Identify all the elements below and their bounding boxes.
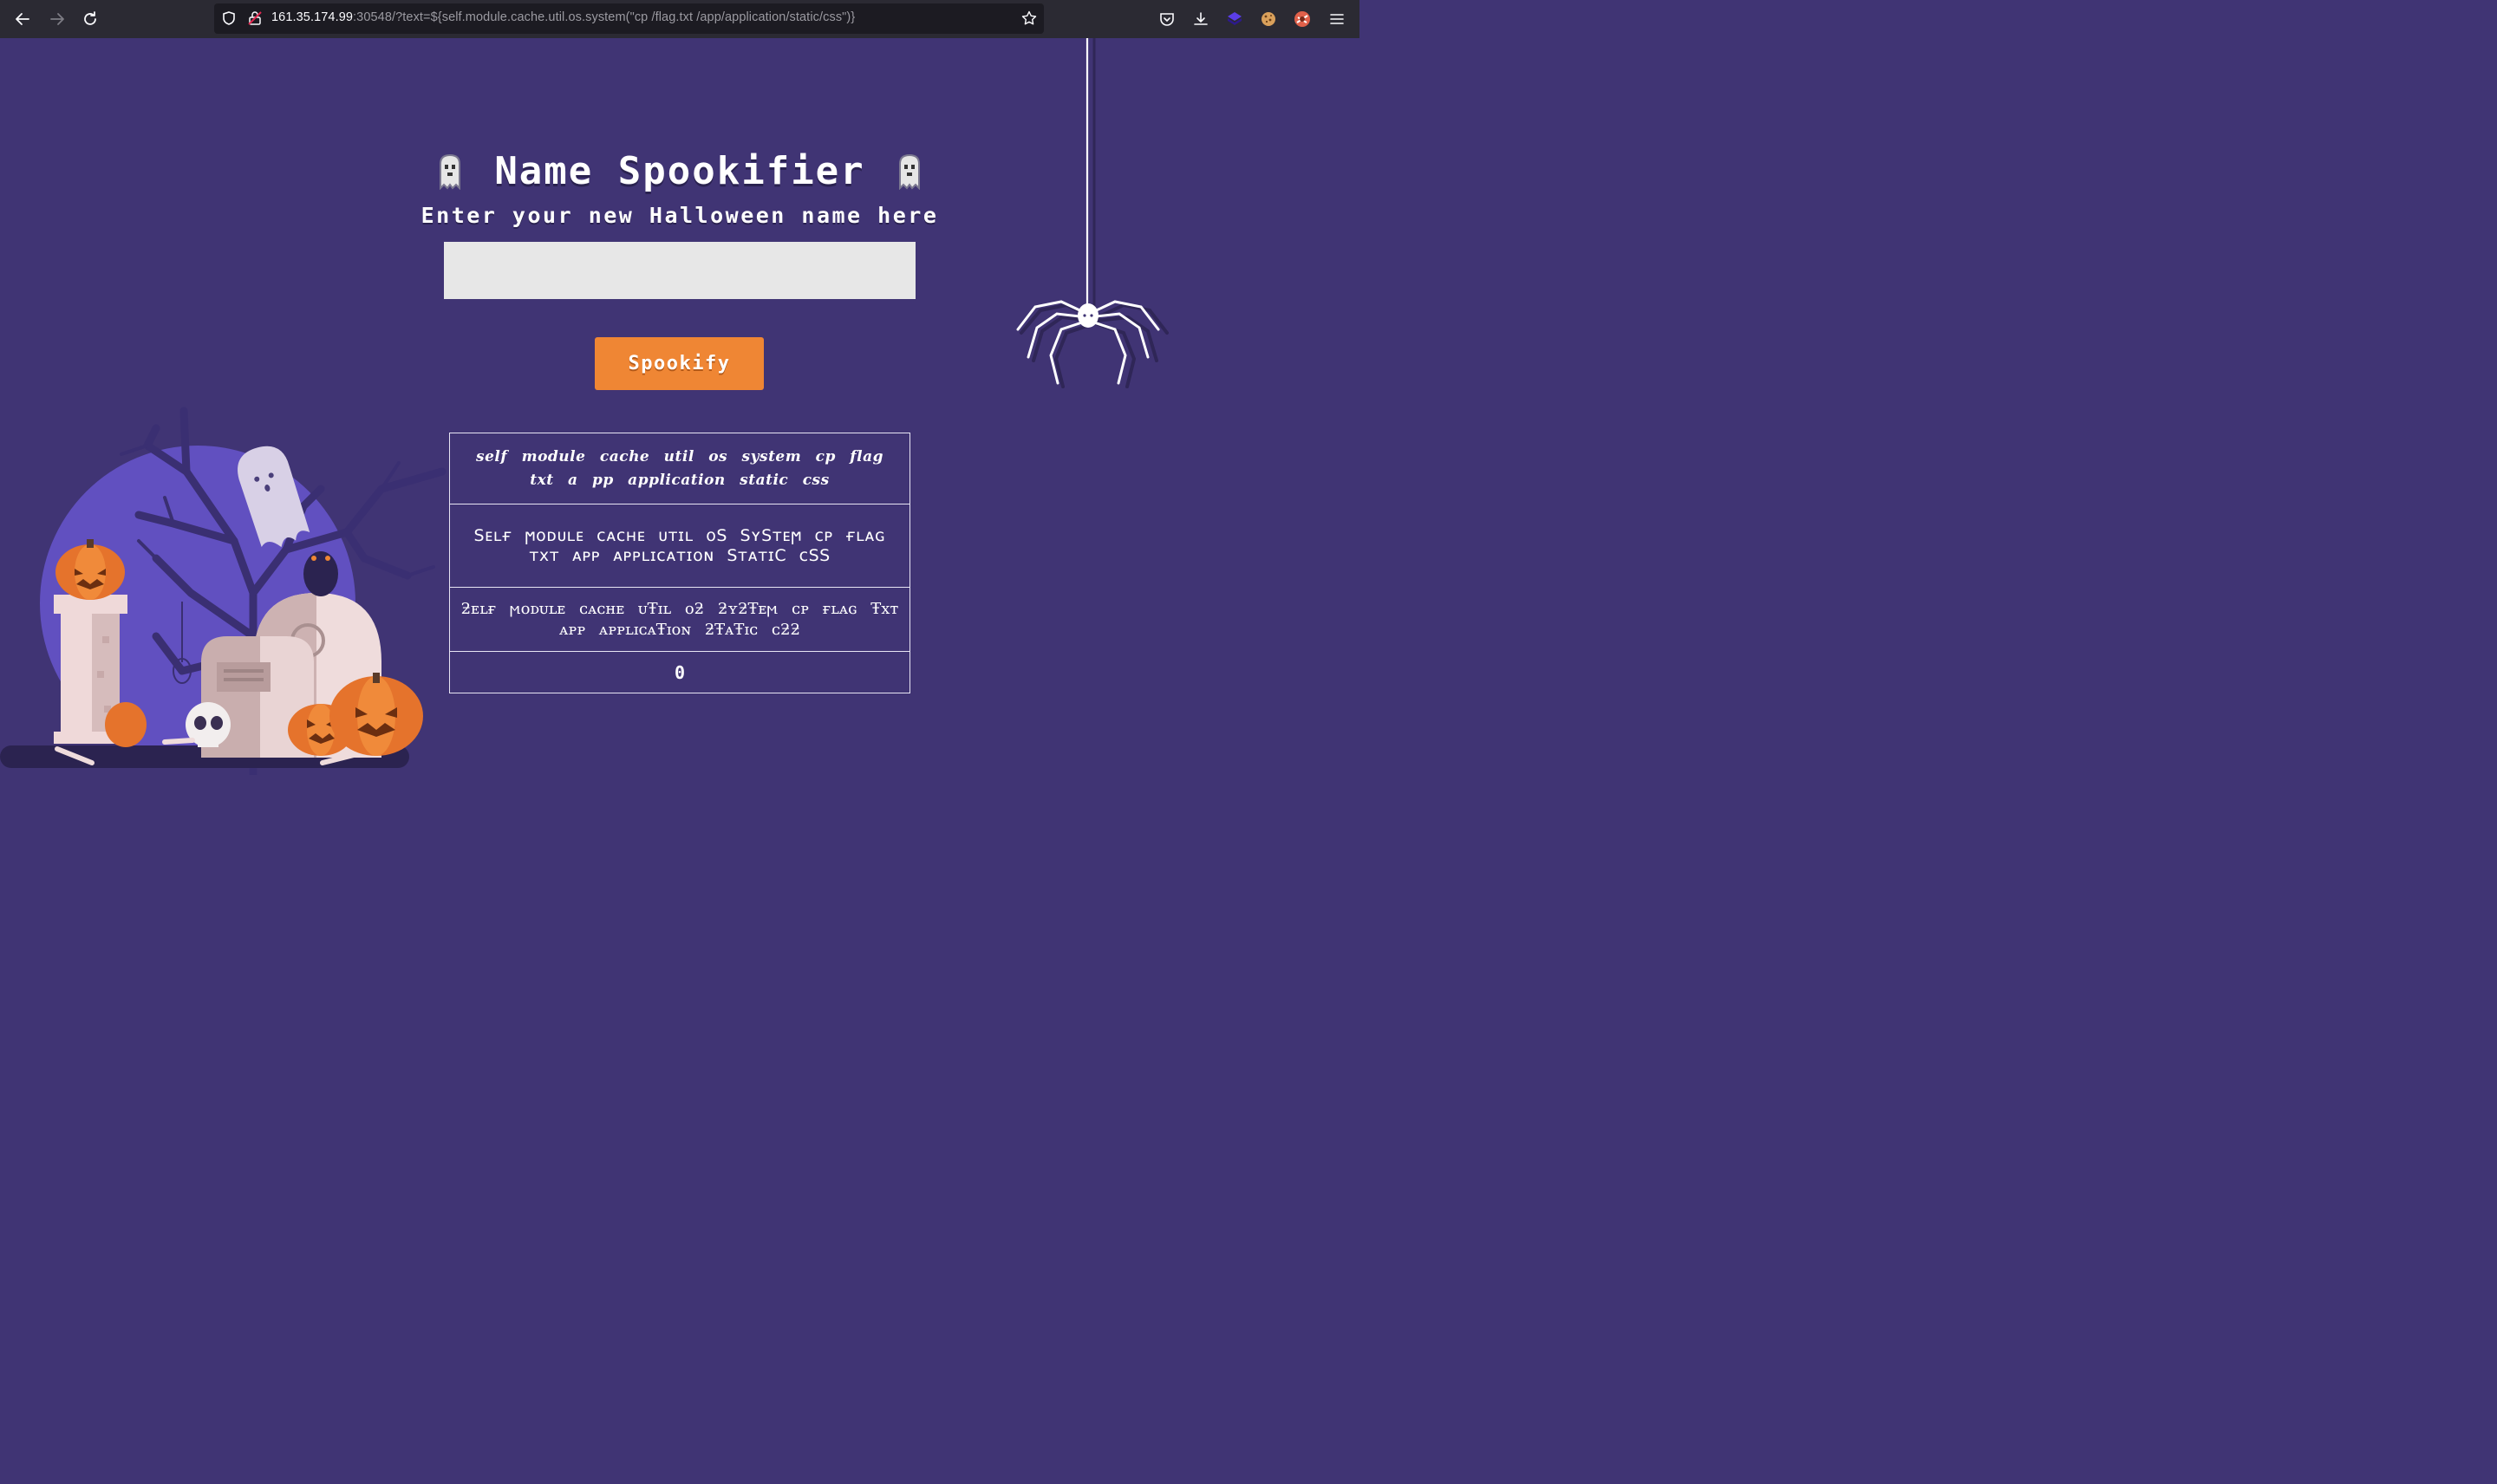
star-icon[interactable] — [1021, 10, 1037, 26]
forward-arrow-icon[interactable] — [40, 0, 75, 38]
insecure-lock-icon[interactable] — [247, 10, 263, 26]
profile-icon[interactable] — [1294, 10, 1311, 28]
results-table: self module cache util os system cp flag… — [449, 433, 910, 693]
table-row: ƻᴇʟғ ϻᴏᴅᴜʟᴇ ᴄᴀᴄʜᴇ ᴜŦɪʟ ᴏƻ ƻʏƻŦᴇϻ ᴄᴘ ғʟᴀɢ… — [449, 587, 910, 652]
spookify-button[interactable]: Spookify — [595, 337, 764, 390]
graveyard-illustration — [0, 407, 447, 775]
result-cell: Sᴇʟғ ϻᴏᴅᴜʟᴇ ᴄᴀᴄʜᴇ ᴜᴛɪʟ ᴏS SʏSᴛᴇϻ ᴄᴘ ғʟᴀɢ… — [449, 504, 910, 588]
name-input[interactable] — [444, 242, 916, 299]
url-path: :30548/?text=${self.module.cache.util.os… — [353, 10, 856, 24]
cookie-icon[interactable] — [1260, 10, 1277, 28]
reload-icon[interactable] — [73, 0, 108, 38]
browser-toolbar: 161.35.174.99:30548/?text=${self.module.… — [0, 0, 1359, 38]
url-host: 161.35.174.99 — [271, 10, 354, 24]
back-arrow-icon[interactable] — [5, 0, 40, 38]
result-cell: self module cache util os system cp flag… — [449, 433, 910, 504]
url-text[interactable]: 161.35.174.99:30548/?text=${self.module.… — [271, 10, 855, 24]
page-title: Name Spookifier — [437, 149, 922, 193]
shield-icon[interactable] — [221, 10, 237, 26]
title-row: Name Spookifier — [0, 149, 1359, 193]
result-cell: 0 — [449, 651, 910, 693]
pocket-icon[interactable] — [1158, 10, 1176, 28]
download-icon[interactable] — [1192, 10, 1209, 28]
table-row: self module cache util os system cp flag… — [449, 433, 910, 504]
menu-icon[interactable] — [1328, 10, 1346, 28]
ghost-icon — [440, 153, 461, 190]
page-content: Name Spookifier Enter your new Halloween… — [0, 38, 1359, 808]
page-subtitle: Enter your new Halloween name here — [421, 203, 939, 228]
extension-icon[interactable] — [1226, 10, 1243, 28]
result-cell: ƻᴇʟғ ϻᴏᴅᴜʟᴇ ᴄᴀᴄʜᴇ ᴜŦɪʟ ᴏƻ ƻʏƻŦᴇϻ ᴄᴘ ғʟᴀɢ… — [449, 587, 910, 652]
table-row: 0 — [449, 651, 910, 693]
title-text: Name Spookifier — [494, 149, 865, 193]
ghost-icon — [898, 153, 920, 190]
table-row: Sᴇʟғ ϻᴏᴅᴜʟᴇ ᴄᴀᴄʜᴇ ᴜᴛɪʟ ᴏS SʏSᴛᴇϻ ᴄᴘ ғʟᴀɢ… — [449, 504, 910, 588]
url-bar[interactable]: 161.35.174.99:30548/?text=${self.module.… — [214, 3, 1044, 34]
